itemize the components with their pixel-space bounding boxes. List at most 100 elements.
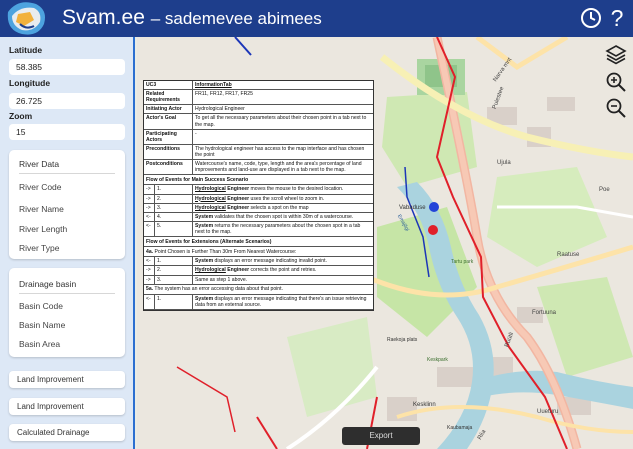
step-text: System returns the necessary parameters … — [193, 222, 373, 236]
map-label: Ujula — [497, 160, 511, 166]
land-improvement-button[interactable]: Land Improvement — [9, 371, 125, 388]
ext4-title: 4a. Point Chosen is Further Than 30m Fro… — [144, 247, 373, 258]
land-improvement-button-2[interactable]: Land Improvement — [9, 398, 125, 415]
river-type-label: River Type — [19, 243, 60, 253]
map-view[interactable]: Puiestee Narva mnt Vabaduse Kesklinn Raa… — [137, 37, 633, 449]
step-text: System displays an error message indicat… — [193, 295, 373, 309]
calculated-drainage-button[interactable]: Calculated Drainage — [9, 424, 125, 441]
zoom-in-icon[interactable] — [605, 71, 627, 93]
ext5-title: 5a. The system has an error accessing da… — [144, 285, 373, 295]
uc-value: - — [195, 130, 197, 137]
map-label: Tartu park — [451, 259, 474, 265]
basin-code-label: Basin Code — [19, 301, 63, 311]
step-text: Hydrological Engineer selects a spot on … — [193, 204, 373, 212]
step-direction: <- — [144, 221, 155, 237]
uc-key: Postconditions — [144, 160, 193, 175]
map-label: Fortuuna — [532, 310, 557, 316]
step-actor-role: System — [195, 258, 214, 265]
flow-step-row: <- 5. System returns the necessary paramet… — [144, 221, 373, 238]
uc-key: Preconditions — [144, 144, 193, 160]
step-direction: <- — [144, 257, 155, 266]
help-icon[interactable]: ? — [606, 7, 628, 30]
step-actor: Hydrological — [195, 195, 226, 202]
app-name: Svam.ee — [62, 6, 145, 29]
flow-step-row: -> 1. Hydrological Engineer moves the mous… — [144, 185, 373, 195]
map-label: Poe — [599, 187, 610, 193]
step-number: 2. — [155, 266, 193, 275]
flow-step-row: -> 3. Hydrological Engineer selects a spot… — [144, 203, 373, 213]
river-length-label: River Length — [19, 224, 68, 234]
map-label: Kaubamaja — [447, 425, 473, 431]
uc-row: Initiating Actor Hydrological Engineer — [144, 105, 373, 115]
step-direction: -> — [144, 266, 155, 275]
step-actor: Hydrological — [195, 267, 226, 274]
step-action: returns the necessary parameters about t… — [195, 222, 361, 235]
uc-value: Hydrological Engineer — [195, 106, 245, 113]
map-label: Uueturu — [537, 409, 559, 415]
step-action: uses the scroll wheel to zoom in. — [249, 195, 325, 202]
step-action: selects a spot on the map — [249, 204, 309, 211]
app-logo — [4, 0, 48, 37]
drainage-basin-title: Drainage basin — [19, 279, 77, 289]
river-data-title: River Data — [19, 159, 60, 169]
longitude-label: Longitude — [9, 78, 51, 88]
uc-key: Related Requirements — [144, 90, 193, 105]
step-direction: -> — [144, 185, 155, 194]
step-action: displays an error message indicating inv… — [213, 258, 327, 265]
ext5-text: The system has an error accessing data a… — [153, 286, 283, 293]
basin-name-label: Basin Name — [19, 320, 66, 330]
flow-step-row: <- 1. System displays an error message ind… — [144, 294, 373, 310]
river-data-card: River Data River Code River Name River L… — [9, 150, 125, 259]
zoom-field[interactable]: 15 — [9, 124, 125, 140]
step-direction: <- — [144, 294, 155, 309]
export-button[interactable]: Export — [342, 427, 420, 445]
map-label: Vabaduse — [399, 205, 426, 211]
uc-row: UC3 InformationTab — [144, 81, 373, 91]
uc-row: Actor's Goal To get all the necessary pa… — [144, 114, 373, 130]
step-number: 5. — [155, 221, 193, 237]
zoom-out-icon[interactable] — [605, 97, 627, 119]
divider — [19, 293, 115, 294]
flow-step-row: <- 4. System validates that the chosen spo… — [144, 212, 373, 222]
uc-value: The hydrological engineer has access to … — [195, 145, 365, 158]
latitude-field[interactable]: 58.385 — [9, 59, 125, 75]
main-flow-header: Flow of Events for Main Success Scenario — [144, 175, 373, 186]
clock-icon[interactable] — [580, 7, 602, 29]
divider — [19, 173, 115, 174]
step-actor-role: Engineer — [225, 186, 250, 193]
step-action: validates that the chosen spot is within… — [213, 213, 354, 220]
river-name-label: River Name — [19, 204, 64, 214]
app-header: Svam.ee – sademevee abimees ? — [0, 0, 633, 37]
flow-step-row: <- 1. System displays an error message ind… — [144, 257, 373, 267]
step-actor-role: Engineer — [225, 267, 250, 274]
step-text: Hydrological Engineer uses the scroll wh… — [193, 195, 373, 203]
use-case-table: UC3 InformationTab Related Requirements … — [143, 80, 374, 311]
ext5-steps: <- 1. System displays an error message ind… — [144, 294, 373, 310]
step-action: moves the mouse to the desired location. — [249, 186, 344, 193]
step-actor-role: Engineer — [225, 204, 250, 211]
map-label: Keskpark — [427, 357, 448, 363]
step-action: Same as step 1 above. — [195, 276, 248, 283]
ext-flow-header: Flow of Events for Extensions (Alternate… — [144, 237, 373, 248]
step-actor-role: Engineer — [225, 195, 250, 202]
uc-key: Participating Actors — [144, 129, 193, 144]
step-number: 2. — [155, 194, 193, 203]
step-text: Hydrological Engineer moves the mouse to… — [193, 185, 373, 193]
uc-tab-link: InformationTab — [195, 82, 232, 88]
sidebar: Latitude 58.385 Longitude 26.725 Zoom 15… — [0, 37, 135, 449]
app-subtitle: – sademevee abimees — [150, 9, 322, 28]
flow-step-row: -> 2. Hydrological Engineer corrects the p… — [144, 266, 373, 276]
layers-icon[interactable] — [605, 43, 627, 65]
main-steps: -> 1. Hydrological Engineer moves the mous… — [144, 185, 373, 238]
flow-step-row: -> 2. Hydrological Engineer uses the scrol… — [144, 194, 373, 204]
map-label: Raekoja plats — [387, 337, 418, 343]
uc-value: To get all the necessary parameters abou… — [195, 115, 367, 128]
step-actor-role: System — [195, 213, 214, 220]
step-direction: -> — [144, 275, 155, 284]
step-text: Same as step 1 above. — [193, 276, 373, 284]
longitude-field[interactable]: 26.725 — [9, 93, 125, 109]
uc-row: Preconditions The hydrological engineer … — [144, 144, 373, 161]
uc-row: Participating Actors - — [144, 129, 373, 145]
uc-key: Initiating Actor — [144, 105, 193, 114]
step-number: 4. — [155, 212, 193, 221]
